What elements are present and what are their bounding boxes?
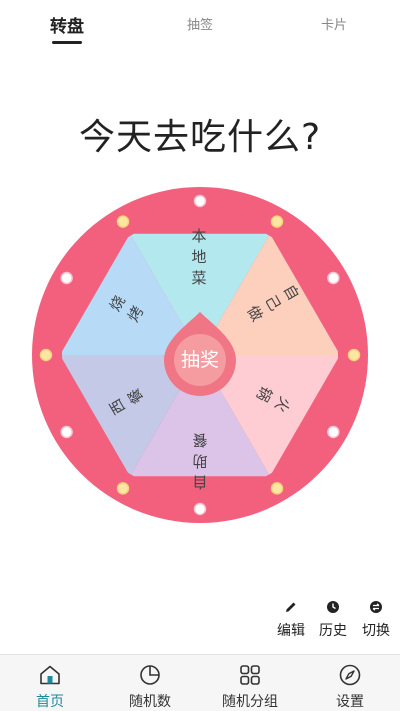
tab-draw-lots[interactable]: 抽签 — [187, 14, 213, 33]
rim-light — [193, 502, 207, 516]
segment-label-local-food: 本地菜 — [191, 227, 207, 287]
top-tab-bar: 转盘 抽签 卡片 — [0, 0, 400, 52]
rim-light — [116, 482, 130, 495]
rim-light — [327, 271, 340, 285]
bottom-navigation: 首页 随机数 随机分组 设置 — [0, 654, 400, 711]
nav-random-number-label: 随机数 — [129, 694, 171, 710]
rim-light — [60, 271, 73, 285]
nav-random-number[interactable]: 随机数 — [100, 655, 200, 711]
nav-home[interactable]: 首页 — [0, 655, 100, 711]
rim-light — [193, 194, 207, 208]
rim-light — [327, 425, 340, 439]
rim-light — [347, 348, 361, 362]
rim-light — [270, 215, 284, 228]
switch-label: 切换 — [362, 623, 390, 639]
tab-wheel[interactable]: 转盘 — [50, 12, 84, 37]
pie-chart-icon — [140, 665, 160, 685]
segment-label-buffet: 自助餐 — [192, 431, 208, 491]
tab-cards[interactable]: 卡片 — [321, 14, 347, 33]
home-icon — [40, 665, 60, 685]
nav-settings[interactable]: 设置 — [300, 655, 400, 711]
spin-button-label[interactable]: 抽奖 — [170, 345, 230, 372]
rim-light — [270, 482, 284, 495]
rim-light — [39, 348, 53, 362]
rim-light — [116, 215, 130, 228]
nav-random-group-label: 随机分组 — [222, 694, 278, 710]
rim-light — [60, 425, 73, 439]
nav-home-label: 首页 — [36, 694, 64, 710]
compass-icon — [339, 664, 361, 686]
page-title: 今天去吃什么? — [78, 117, 322, 158]
switch-button[interactable]: 切换 — [351, 598, 400, 640]
switch-icon — [351, 598, 400, 616]
grid-icon — [240, 665, 260, 685]
nav-random-group[interactable]: 随机分组 — [200, 655, 300, 711]
tab-active-indicator — [52, 41, 82, 44]
nav-settings-label: 设置 — [336, 694, 364, 710]
